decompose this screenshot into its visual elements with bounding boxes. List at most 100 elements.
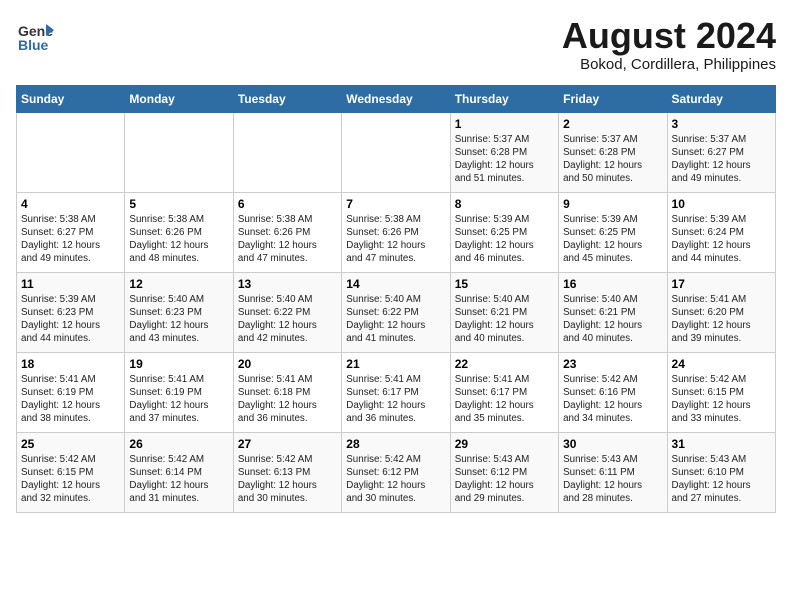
day-header-tuesday: Tuesday bbox=[233, 85, 341, 112]
week-row-1: 1Sunrise: 5:37 AM Sunset: 6:28 PM Daylig… bbox=[17, 112, 776, 192]
day-number: 12 bbox=[129, 277, 228, 291]
day-number: 25 bbox=[21, 437, 120, 451]
day-info: Sunrise: 5:43 AM Sunset: 6:11 PM Dayligh… bbox=[563, 453, 662, 506]
day-cell: 22Sunrise: 5:41 AM Sunset: 6:17 PM Dayli… bbox=[450, 352, 558, 432]
title-block: August 2024 Bokod, Cordillera, Philippin… bbox=[562, 16, 776, 73]
day-info: Sunrise: 5:42 AM Sunset: 6:15 PM Dayligh… bbox=[672, 373, 771, 426]
day-info: Sunrise: 5:41 AM Sunset: 6:17 PM Dayligh… bbox=[346, 373, 445, 426]
day-info: Sunrise: 5:42 AM Sunset: 6:13 PM Dayligh… bbox=[238, 453, 337, 506]
calendar-table: SundayMondayTuesdayWednesdayThursdayFrid… bbox=[16, 85, 776, 513]
day-info: Sunrise: 5:40 AM Sunset: 6:22 PM Dayligh… bbox=[346, 293, 445, 346]
day-cell: 28 Sunrise: 5:42 AM Sunset: 6:12 PM Dayli… bbox=[342, 432, 450, 512]
day-cell: 1Sunrise: 5:37 AM Sunset: 6:28 PM Daylig… bbox=[450, 112, 558, 192]
day-number: 24 bbox=[672, 357, 771, 371]
day-info: Sunrise: 5:37 AM Sunset: 6:28 PM Dayligh… bbox=[563, 133, 662, 186]
day-cell: 12 Sunrise: 5:40 AM Sunset: 6:23 PM Dayli… bbox=[125, 272, 233, 352]
day-header-wednesday: Wednesday bbox=[342, 85, 450, 112]
day-info: Sunrise: 5:42 AM Sunset: 6:12 PM Dayligh… bbox=[346, 453, 445, 506]
day-cell: 11 Sunrise: 5:39 AM Sunset: 6:23 PM Dayli… bbox=[17, 272, 125, 352]
day-number: 26 bbox=[129, 437, 228, 451]
day-number: 11 bbox=[21, 277, 120, 291]
day-info: Sunrise: 5:39 AM Sunset: 6:23 PM Dayligh… bbox=[21, 293, 120, 346]
day-cell bbox=[17, 112, 125, 192]
day-info: Sunrise: 5:40 AM Sunset: 6:23 PM Dayligh… bbox=[129, 293, 228, 346]
day-cell: 3 Sunrise: 5:37 AM Sunset: 6:27 PM Daylig… bbox=[667, 112, 775, 192]
day-cell: 20Sunrise: 5:41 AM Sunset: 6:18 PM Dayli… bbox=[233, 352, 341, 432]
day-info: Sunrise: 5:42 AM Sunset: 6:15 PM Dayligh… bbox=[21, 453, 120, 506]
day-header-saturday: Saturday bbox=[667, 85, 775, 112]
day-header-friday: Friday bbox=[559, 85, 667, 112]
day-info: Sunrise: 5:40 AM Sunset: 6:21 PM Dayligh… bbox=[455, 293, 554, 346]
day-number: 8 bbox=[455, 197, 554, 211]
day-cell: 4 Sunrise: 5:38 AM Sunset: 6:27 PM Daylig… bbox=[17, 192, 125, 272]
day-cell: 15 Sunrise: 5:40 AM Sunset: 6:21 PM Dayli… bbox=[450, 272, 558, 352]
day-cell: 29Sunrise: 5:43 AM Sunset: 6:12 PM Dayli… bbox=[450, 432, 558, 512]
week-row-4: 18 Sunrise: 5:41 AM Sunset: 6:19 PM Dayli… bbox=[17, 352, 776, 432]
day-number: 4 bbox=[21, 197, 120, 211]
logo-icon: General Blue bbox=[16, 16, 54, 54]
day-number: 13 bbox=[238, 277, 337, 291]
day-cell: 16 Sunrise: 5:40 AM Sunset: 6:21 PM Dayli… bbox=[559, 272, 667, 352]
day-number: 17 bbox=[672, 277, 771, 291]
day-info: Sunrise: 5:40 AM Sunset: 6:21 PM Dayligh… bbox=[563, 293, 662, 346]
day-cell: 31 Sunrise: 5:43 AM Sunset: 6:10 PM Dayli… bbox=[667, 432, 775, 512]
day-number: 7 bbox=[346, 197, 445, 211]
day-number: 23 bbox=[563, 357, 662, 371]
day-cell: 13 Sunrise: 5:40 AM Sunset: 6:22 PM Dayli… bbox=[233, 272, 341, 352]
day-number: 10 bbox=[672, 197, 771, 211]
day-header-sunday: Sunday bbox=[17, 85, 125, 112]
day-info: Sunrise: 5:38 AM Sunset: 6:27 PM Dayligh… bbox=[21, 213, 120, 266]
day-info: Sunrise: 5:39 AM Sunset: 6:25 PM Dayligh… bbox=[455, 213, 554, 266]
day-cell: 27 Sunrise: 5:42 AM Sunset: 6:13 PM Dayli… bbox=[233, 432, 341, 512]
calendar-subtitle: Bokod, Cordillera, Philippines bbox=[562, 56, 776, 73]
logo: General Blue bbox=[16, 16, 54, 54]
day-cell: 8 Sunrise: 5:39 AM Sunset: 6:25 PM Daylig… bbox=[450, 192, 558, 272]
day-info: Sunrise: 5:38 AM Sunset: 6:26 PM Dayligh… bbox=[129, 213, 228, 266]
day-number: 5 bbox=[129, 197, 228, 211]
day-info: Sunrise: 5:39 AM Sunset: 6:24 PM Dayligh… bbox=[672, 213, 771, 266]
day-info: Sunrise: 5:41 AM Sunset: 6:19 PM Dayligh… bbox=[21, 373, 120, 426]
day-info: Sunrise: 5:38 AM Sunset: 6:26 PM Dayligh… bbox=[346, 213, 445, 266]
day-cell: 9Sunrise: 5:39 AM Sunset: 6:25 PM Daylig… bbox=[559, 192, 667, 272]
day-cell: 23 Sunrise: 5:42 AM Sunset: 6:16 PM Dayli… bbox=[559, 352, 667, 432]
day-number: 16 bbox=[563, 277, 662, 291]
week-row-3: 11 Sunrise: 5:39 AM Sunset: 6:23 PM Dayli… bbox=[17, 272, 776, 352]
day-number: 3 bbox=[672, 117, 771, 131]
day-number: 31 bbox=[672, 437, 771, 451]
day-info: Sunrise: 5:42 AM Sunset: 6:16 PM Dayligh… bbox=[563, 373, 662, 426]
days-header-row: SundayMondayTuesdayWednesdayThursdayFrid… bbox=[17, 85, 776, 112]
day-info: Sunrise: 5:43 AM Sunset: 6:10 PM Dayligh… bbox=[672, 453, 771, 506]
day-header-monday: Monday bbox=[125, 85, 233, 112]
day-number: 21 bbox=[346, 357, 445, 371]
day-info: Sunrise: 5:41 AM Sunset: 6:17 PM Dayligh… bbox=[455, 373, 554, 426]
week-row-2: 4 Sunrise: 5:38 AM Sunset: 6:27 PM Daylig… bbox=[17, 192, 776, 272]
day-cell bbox=[125, 112, 233, 192]
day-number: 14 bbox=[346, 277, 445, 291]
day-cell bbox=[233, 112, 341, 192]
day-number: 9 bbox=[563, 197, 662, 211]
day-cell: 17 Sunrise: 5:41 AM Sunset: 6:20 PM Dayli… bbox=[667, 272, 775, 352]
day-cell bbox=[342, 112, 450, 192]
day-info: Sunrise: 5:42 AM Sunset: 6:14 PM Dayligh… bbox=[129, 453, 228, 506]
week-row-5: 25 Sunrise: 5:42 AM Sunset: 6:15 PM Dayli… bbox=[17, 432, 776, 512]
day-number: 2 bbox=[563, 117, 662, 131]
svg-text:Blue: Blue bbox=[18, 37, 49, 53]
day-cell: 21 Sunrise: 5:41 AM Sunset: 6:17 PM Dayli… bbox=[342, 352, 450, 432]
day-number: 15 bbox=[455, 277, 554, 291]
day-number: 18 bbox=[21, 357, 120, 371]
day-info: Sunrise: 5:41 AM Sunset: 6:20 PM Dayligh… bbox=[672, 293, 771, 346]
day-number: 27 bbox=[238, 437, 337, 451]
day-info: Sunrise: 5:37 AM Sunset: 6:28 PM Dayligh… bbox=[455, 133, 554, 186]
day-info: Sunrise: 5:37 AM Sunset: 6:27 PM Dayligh… bbox=[672, 133, 771, 186]
day-cell: 6Sunrise: 5:38 AM Sunset: 6:26 PM Daylig… bbox=[233, 192, 341, 272]
day-info: Sunrise: 5:43 AM Sunset: 6:12 PM Dayligh… bbox=[455, 453, 554, 506]
day-number: 6 bbox=[238, 197, 337, 211]
day-cell: 14 Sunrise: 5:40 AM Sunset: 6:22 PM Dayli… bbox=[342, 272, 450, 352]
day-cell: 7 Sunrise: 5:38 AM Sunset: 6:26 PM Daylig… bbox=[342, 192, 450, 272]
day-number: 28 bbox=[346, 437, 445, 451]
day-cell: 10 Sunrise: 5:39 AM Sunset: 6:24 PM Dayli… bbox=[667, 192, 775, 272]
day-cell: 5 Sunrise: 5:38 AM Sunset: 6:26 PM Daylig… bbox=[125, 192, 233, 272]
day-cell: 19Sunrise: 5:41 AM Sunset: 6:19 PM Dayli… bbox=[125, 352, 233, 432]
day-cell: 30Sunrise: 5:43 AM Sunset: 6:11 PM Dayli… bbox=[559, 432, 667, 512]
day-info: Sunrise: 5:40 AM Sunset: 6:22 PM Dayligh… bbox=[238, 293, 337, 346]
